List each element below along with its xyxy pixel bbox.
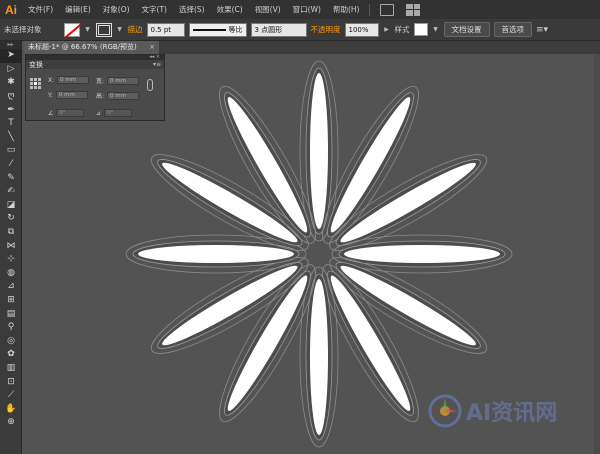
preferences-button[interactable]: 首选项 [493,22,532,37]
opacity-field[interactable]: 100% [344,22,379,37]
stroke-swatch[interactable] [95,22,112,37]
document-tab[interactable]: 未标题-1* @ 66.67% (RGB/预览) × [24,41,159,54]
style-label: 样式 [394,25,410,34]
gradient-icon[interactable]: ▤ [0,307,22,321]
line-icon[interactable]: ╲ [0,131,22,145]
brush-icon[interactable]: ⁄ [0,158,22,172]
fill-swatch[interactable] [63,22,80,37]
y-label: Y: [48,91,53,99]
bridge-icon[interactable] [380,3,395,16]
stroke-profile-select[interactable]: 等比 [188,22,247,37]
shear-field[interactable]: 0° [104,109,133,117]
y-field[interactable]: 0 mm [55,91,88,99]
height-field[interactable]: 0 mm [107,91,140,100]
petal-fill [310,73,328,229]
document-tab-bar: 未标题-1* @ 66.67% (RGB/预览) × [24,41,600,54]
stroke-profile-label: 等比 [228,25,243,34]
mesh-icon[interactable]: ⊞ [0,294,22,308]
constrain-proportions-icon[interactable] [147,79,153,91]
pen-icon[interactable]: ✒ [0,103,22,117]
petal-fill [344,245,500,263]
menu-edit[interactable]: 编辑(E) [59,0,97,19]
chevron-down-icon[interactable]: ▼ [84,23,92,37]
rotate-icon[interactable]: ↻ [0,212,22,226]
rotate-angle-icon: ∠ [48,109,54,117]
free-transform-icon[interactable]: ⊹ [0,253,22,267]
menu-object[interactable]: 对象(O) [97,0,136,19]
menu-divider [369,3,371,16]
toolbox: ▸▸ ➤ ▷ ✱ ღ ✒ T ╲ ▭ ⁄ ✎ ✍ ◪ ↻ ⧉ ⋈ ⊹ ◍ ⊿ ⊞… [0,41,22,454]
document-tab-title: 未标题-1* @ 66.67% (RGB/预览) [28,43,137,51]
transform-panel-title: 变换 [29,60,43,69]
width-field[interactable]: 0 mm [107,76,140,85]
width-icon[interactable]: ⋈ [0,239,22,253]
arrange-documents-icon[interactable] [406,3,421,16]
toolbox-grip[interactable]: ▸▸ [0,41,21,49]
eraser-icon[interactable]: ◪ [0,199,22,213]
watermark: AI资讯网 [428,392,557,430]
menu-type[interactable]: 文字(T) [136,0,173,19]
type-icon[interactable]: T [0,117,22,131]
chevron-down-icon[interactable]: ▼ [116,23,124,37]
blob-brush-icon[interactable]: ✍ [0,185,22,199]
rectangle-icon[interactable]: ▭ [0,144,22,158]
graphic-style-swatch[interactable] [413,23,428,36]
rotate-field[interactable]: 0° [56,109,85,117]
control-bar: 未选择对象 ▼ ▼ 描边 0.5 pt 等比 3 点圆形 不透明度 100% ▶… [0,19,600,41]
shape-builder-icon[interactable]: ◍ [0,267,22,281]
zoom-icon[interactable]: ⊕ [0,416,22,430]
close-icon[interactable]: × [149,41,155,54]
slice-icon[interactable]: ⟋ [0,389,22,403]
align-menu-icon[interactable]: ≡▾ [536,25,548,35]
pencil-icon[interactable]: ✎ [0,171,22,185]
arrow-select-icon[interactable]: ➤ [0,49,22,63]
panel-menu-icon[interactable]: ▾≡ [153,61,161,68]
width-label: 宽: [96,78,105,85]
menu-select[interactable]: 选择(S) [173,0,211,19]
scale-icon[interactable]: ⧉ [0,226,22,240]
blend-icon[interactable]: ◎ [0,334,22,348]
chevron-down-icon[interactable]: ▼ [432,23,440,37]
transform-panel: ◂◂ × 变换 ▾≡ X: 0 mm 宽: 0 mm Y: 0 mm 高: 0 … [25,54,165,121]
stroke-weight-field[interactable]: 0.5 pt [146,22,185,37]
menu-effect[interactable]: 效果(C) [211,0,249,19]
petal-fill [310,279,328,435]
lasso-icon[interactable]: ღ [0,90,22,104]
hand-icon[interactable]: ✋ [0,402,22,416]
symbol-sprayer-icon[interactable]: ✿ [0,348,22,362]
watermark-logo-icon [428,394,462,428]
selection-status: 未选择对象 [4,25,42,34]
menu-bar: Ai 文件(F) 编辑(E) 对象(O) 文字(T) 选择(S) 效果(C) 视… [0,0,600,19]
watermark-text: AI资讯网 [466,401,558,426]
eyedropper-icon[interactable]: ⚲ [0,321,22,335]
app-logo: Ai [5,2,17,17]
canvas-right-edge [594,54,600,454]
height-label: 高: [96,93,105,100]
magic-wand-icon[interactable]: ✱ [0,76,22,90]
perspective-icon[interactable]: ⊿ [0,280,22,294]
stroke-profile-preview [192,28,226,31]
artboard-icon[interactable]: ⊡ [0,375,22,389]
shear-angle-icon: ⊿ [96,109,102,117]
brush-select[interactable]: 3 点圆形 [250,22,307,37]
reference-point-selector[interactable] [30,78,41,89]
opacity-label[interactable]: 不透明度 [311,24,341,35]
x-field[interactable]: 0 mm [57,76,90,84]
petal-fill [138,245,294,263]
menu-window[interactable]: 窗口(W) [287,0,327,19]
x-label: X: [48,76,55,84]
chevron-right-icon[interactable]: ▶ [383,23,391,37]
menu-view[interactable]: 视图(V) [249,0,287,19]
graph-icon[interactable]: ▥ [0,362,22,376]
transform-panel-header[interactable]: 变换 ▾≡ [26,60,164,69]
document-setup-button[interactable]: 文档设置 [443,22,490,37]
direct-select-icon[interactable]: ▷ [0,63,22,77]
petal-group [125,60,513,448]
menu-help[interactable]: 帮助(H) [327,0,366,19]
stroke-label[interactable]: 描边 [128,24,143,35]
menu-file[interactable]: 文件(F) [22,0,59,19]
